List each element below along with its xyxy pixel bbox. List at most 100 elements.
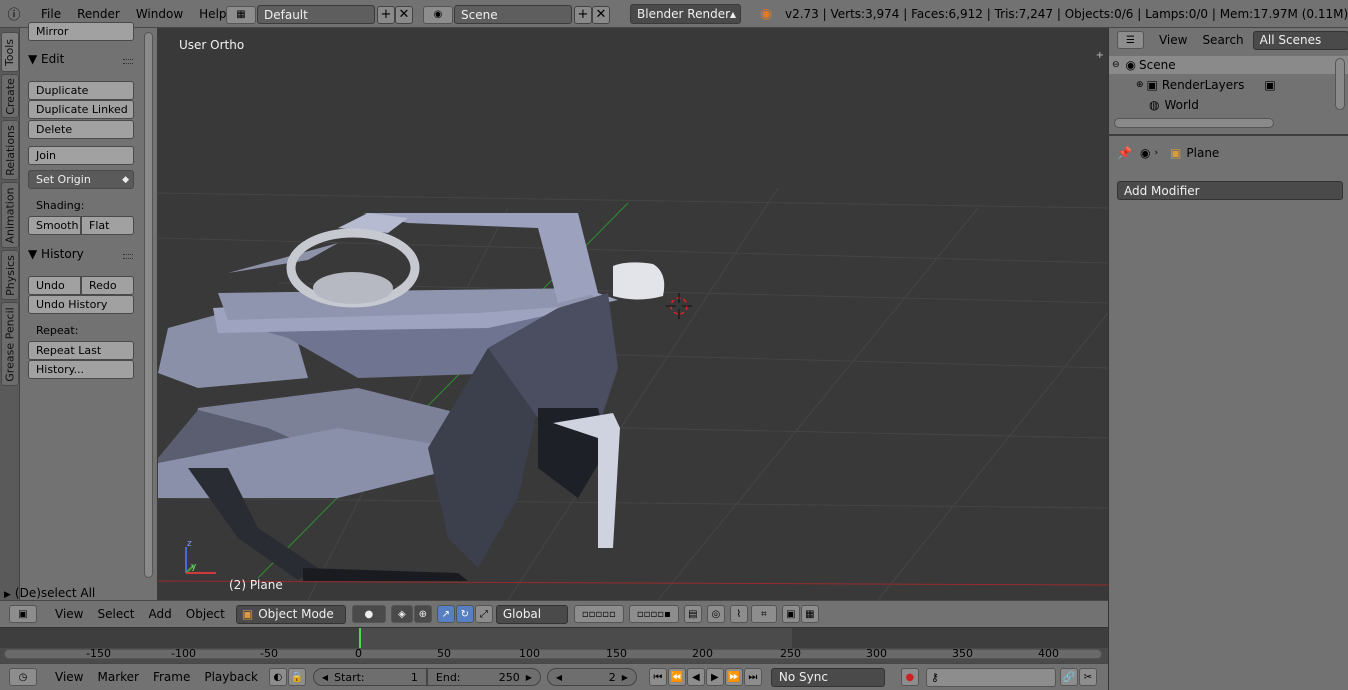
- renderlayer-toggle-icon[interactable]: ▣: [1264, 78, 1275, 92]
- tab-grease-pencil[interactable]: Grease Pencil: [1, 302, 19, 386]
- redo-button[interactable]: Redo: [81, 276, 134, 295]
- jump-start-icon[interactable]: ⏮: [648, 668, 667, 686]
- tab-tools[interactable]: Tools: [1, 32, 19, 72]
- snap-element-icon[interactable]: ⌗: [750, 605, 777, 623]
- sync-select[interactable]: No Sync: [770, 667, 885, 687]
- smooth-button[interactable]: Smooth: [28, 216, 81, 235]
- viewport-plus-icon[interactable]: +: [1096, 50, 1104, 61]
- tab-physics[interactable]: Physics: [1, 250, 19, 300]
- manipulator-toggle-icon[interactable]: ⊕: [413, 605, 432, 623]
- history-panel-header[interactable]: ▼ History: [28, 247, 84, 261]
- menu-render[interactable]: Render: [69, 7, 128, 21]
- set-origin-dropdown[interactable]: Set Origin ◆: [28, 170, 134, 189]
- menu-view[interactable]: View: [48, 670, 90, 684]
- tab-create[interactable]: Create: [1, 74, 19, 118]
- outliner-editor-icon[interactable]: ☰: [1117, 31, 1144, 49]
- panel-grip-icon[interactable]: [123, 254, 133, 259]
- info-editor-icon[interactable]: ⓘ: [3, 5, 25, 23]
- delete-scene-icon[interactable]: ✕: [592, 5, 610, 24]
- start-value: 1: [410, 670, 418, 684]
- menu-playback[interactable]: Playback: [197, 670, 265, 684]
- join-button[interactable]: Join: [28, 146, 134, 165]
- scale-icon[interactable]: ⤢: [474, 605, 493, 623]
- menu-marker[interactable]: Marker: [90, 670, 145, 684]
- scene-icon[interactable]: ◉: [423, 5, 453, 24]
- timeline-editor-icon[interactable]: ◷: [9, 668, 37, 686]
- expand-icon[interactable]: ⊕: [1136, 80, 1144, 90]
- outliner-vscrollbar[interactable]: [1335, 58, 1345, 110]
- orientation-select[interactable]: Global: [495, 604, 568, 624]
- repeat-last-button[interactable]: Repeat Last: [28, 341, 134, 360]
- lock-camera-icon[interactable]: ▤: [683, 605, 702, 623]
- tab-animation[interactable]: Animation: [1, 182, 19, 248]
- tab-relations[interactable]: Relations: [1, 120, 19, 180]
- layout-field[interactable]: Default: [257, 5, 375, 24]
- layer-buttons-b[interactable]: ▫▫▫▫▪: [628, 605, 679, 623]
- mirror-button[interactable]: Mirror: [28, 22, 134, 41]
- menu-frame[interactable]: Frame: [146, 670, 197, 684]
- menu-file[interactable]: File: [33, 7, 69, 21]
- current-frame-field[interactable]: ◀ 2 ▶: [546, 668, 637, 686]
- 3d-viewport[interactable]: z y User Ortho (2) Plane +: [158, 28, 1108, 600]
- outliner-hscrollbar[interactable]: [1114, 118, 1274, 128]
- render-anim-icon[interactable]: ▦: [800, 605, 819, 623]
- outliner-search-menu[interactable]: Search: [1202, 33, 1243, 47]
- menu-select[interactable]: Select: [90, 607, 141, 621]
- mode-select[interactable]: ▣ Object Mode: [235, 604, 346, 624]
- outliner-row-renderlayers[interactable]: ⊕ ▣ RenderLayers ▣: [1109, 76, 1339, 94]
- outliner-view-menu[interactable]: View: [1159, 33, 1187, 47]
- scene-field[interactable]: Scene: [454, 5, 572, 24]
- tick-label: 350: [952, 647, 973, 660]
- menu-view[interactable]: View: [48, 607, 90, 621]
- viewport-shading-icon[interactable]: ●: [351, 605, 386, 623]
- edit-panel-header[interactable]: ▼ Edit: [28, 52, 64, 66]
- outliner-row-world[interactable]: ◍ World: [1109, 96, 1339, 114]
- end-frame-field[interactable]: End: 250 ▶: [426, 668, 541, 686]
- start-frame-field[interactable]: ◀ Start: 1: [312, 668, 427, 686]
- flat-button[interactable]: Flat: [81, 216, 134, 235]
- layer-buttons-a[interactable]: ▫▫▫▫▫: [573, 605, 624, 623]
- undo-button[interactable]: Undo: [28, 276, 81, 295]
- render-still-icon[interactable]: ▣: [781, 605, 800, 623]
- delete-button[interactable]: Delete: [28, 120, 134, 139]
- translate-icon[interactable]: ↗: [436, 605, 455, 623]
- preview-range-icon[interactable]: ◐: [268, 668, 287, 686]
- play-reverse-icon[interactable]: ◀: [686, 668, 705, 686]
- undo-history-button[interactable]: Undo History: [28, 295, 134, 314]
- record-icon[interactable]: ●: [900, 668, 919, 686]
- rotate-icon[interactable]: ↻: [455, 605, 474, 623]
- add-modifier-select[interactable]: Add Modifier: [1117, 181, 1343, 200]
- undo-label: Undo: [36, 279, 65, 292]
- insert-keyframe-icon[interactable]: 🔗: [1059, 668, 1078, 686]
- panel-grip-icon[interactable]: [123, 59, 133, 64]
- collapse-icon[interactable]: ⊖: [1112, 60, 1120, 70]
- render-engine-select[interactable]: Blender Render ▲: [630, 4, 741, 24]
- add-scene-icon[interactable]: +: [574, 5, 592, 24]
- snap-toggle-icon[interactable]: ⌇: [729, 605, 748, 623]
- add-layout-icon[interactable]: +: [377, 5, 395, 24]
- duplicate-linked-button[interactable]: Duplicate Linked: [28, 100, 134, 119]
- tool-panel-scrollbar[interactable]: [144, 32, 153, 578]
- jump-end-icon[interactable]: ⏭: [743, 668, 762, 686]
- pin-icon[interactable]: 📌: [1117, 146, 1132, 160]
- menu-add[interactable]: Add: [142, 607, 179, 621]
- lock-range-icon[interactable]: 🔒: [287, 668, 306, 686]
- pivot-point-icon[interactable]: ◈: [390, 605, 413, 623]
- menu-window[interactable]: Window: [128, 7, 191, 21]
- history-button[interactable]: History...: [28, 360, 134, 379]
- delete-layout-icon[interactable]: ✕: [395, 5, 413, 24]
- duplicate-button[interactable]: Duplicate: [28, 81, 134, 100]
- menu-object[interactable]: Object: [179, 607, 232, 621]
- keying-set-field[interactable]: ⚷: [925, 667, 1056, 687]
- current-frame-indicator[interactable]: [359, 628, 361, 648]
- delete-keyframe-icon[interactable]: ✂: [1078, 668, 1097, 686]
- view3d-editor-icon[interactable]: ▣: [9, 605, 37, 623]
- layout-screen-icon[interactable]: ▦: [226, 5, 256, 24]
- outliner-filter-select[interactable]: All Scenes: [1252, 30, 1348, 50]
- next-keyframe-icon[interactable]: ⏩: [724, 668, 743, 686]
- timeline-area[interactable]: -150 -100 -50 0 50 100 150 200 250 300 3…: [0, 627, 1108, 663]
- proportional-edit-icon[interactable]: ◎: [706, 605, 725, 623]
- prev-keyframe-icon[interactable]: ⏪: [667, 668, 686, 686]
- outliner-row-scene[interactable]: ⊖ ◉ Scene: [1109, 56, 1348, 74]
- play-icon[interactable]: ▶: [705, 668, 724, 686]
